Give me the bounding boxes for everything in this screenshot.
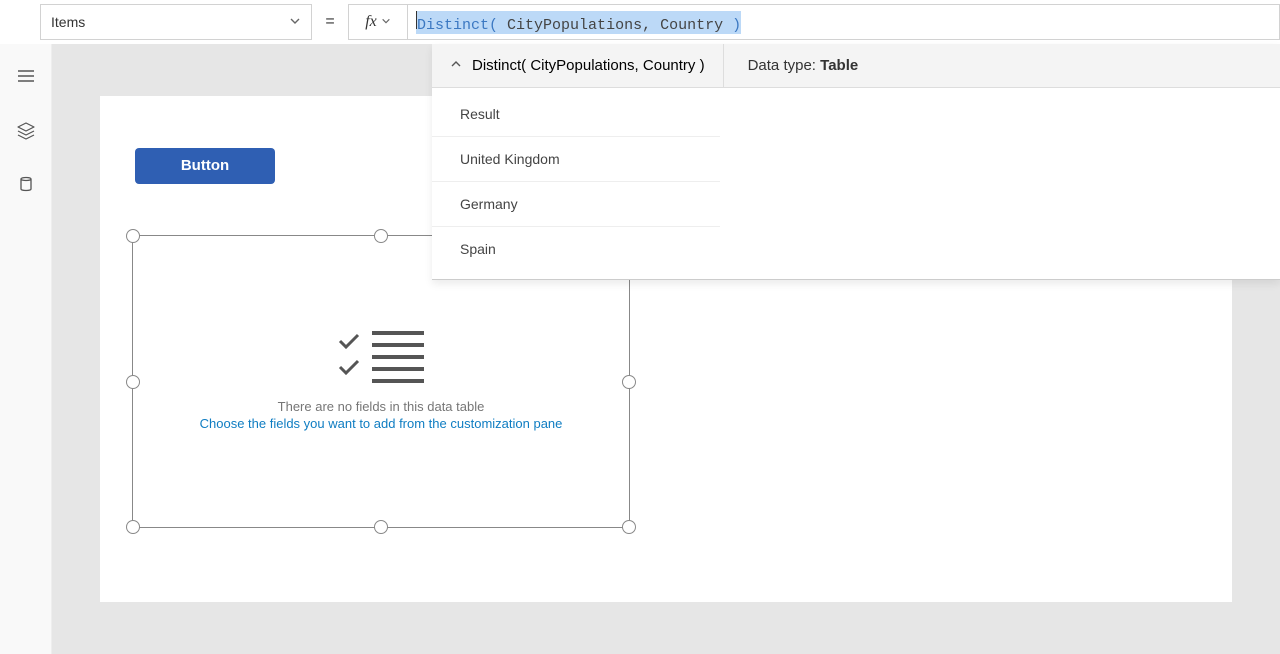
resize-handle[interactable] bbox=[126, 229, 140, 243]
resize-handle[interactable] bbox=[374, 520, 388, 534]
empty-message-line1: There are no fields in this data table bbox=[133, 399, 629, 414]
result-expression: Distinct( CityPopulations, Country ) bbox=[472, 57, 705, 74]
resize-handle[interactable] bbox=[374, 229, 388, 243]
result-header-left[interactable]: Distinct( CityPopulations, Country ) bbox=[432, 44, 724, 87]
property-selector[interactable]: Items bbox=[40, 4, 312, 40]
data-table-empty-state: There are no fields in this data table C… bbox=[133, 331, 629, 431]
formula-input[interactable]: Distinct( CityPopulations, Country ) bbox=[408, 4, 1280, 40]
resize-handle[interactable] bbox=[622, 520, 636, 534]
formula-open-paren: ( bbox=[489, 17, 498, 34]
chevron-up-icon bbox=[450, 58, 462, 73]
checklist-icon bbox=[338, 331, 424, 383]
empty-message-line2[interactable]: Choose the fields you want to add from t… bbox=[133, 416, 629, 431]
tree-view-icon[interactable] bbox=[16, 120, 36, 140]
datatype-value: Table bbox=[820, 57, 858, 74]
formula-close-paren: ) bbox=[732, 17, 741, 34]
result-row[interactable]: Germany bbox=[432, 182, 720, 227]
fx-button[interactable]: fx bbox=[348, 4, 408, 40]
result-column-header: Result bbox=[432, 92, 720, 137]
formula-arg2: Country bbox=[660, 17, 723, 34]
property-name: Items bbox=[51, 14, 85, 30]
resize-handle[interactable] bbox=[126, 520, 140, 534]
hamburger-icon[interactable] bbox=[16, 66, 36, 86]
formula-fn: Distinct bbox=[417, 17, 489, 34]
formula-comma: , bbox=[642, 17, 651, 34]
button-control[interactable]: Button bbox=[135, 148, 275, 184]
result-header: Distinct( CityPopulations, Country ) Dat… bbox=[432, 44, 1280, 88]
chevron-down-icon bbox=[381, 16, 391, 29]
data-icon[interactable] bbox=[16, 174, 36, 194]
equals-sign: = bbox=[312, 13, 348, 31]
left-sidebar bbox=[0, 44, 52, 654]
result-row[interactable]: Spain bbox=[432, 227, 720, 271]
fx-label: fx bbox=[365, 13, 377, 31]
formula-result-panel: Distinct( CityPopulations, Country ) Dat… bbox=[432, 44, 1280, 280]
chevron-down-icon bbox=[289, 14, 301, 30]
result-list: Result United Kingdom Germany Spain bbox=[432, 88, 1280, 279]
formula-arg1: CityPopulations bbox=[507, 17, 642, 34]
formula-bar: Items = fx Distinct( CityPopulations, Co… bbox=[0, 0, 1280, 44]
result-row[interactable]: United Kingdom bbox=[432, 137, 720, 182]
datatype-label: Data type: bbox=[748, 57, 821, 74]
result-datatype: Data type: Table bbox=[724, 57, 883, 74]
